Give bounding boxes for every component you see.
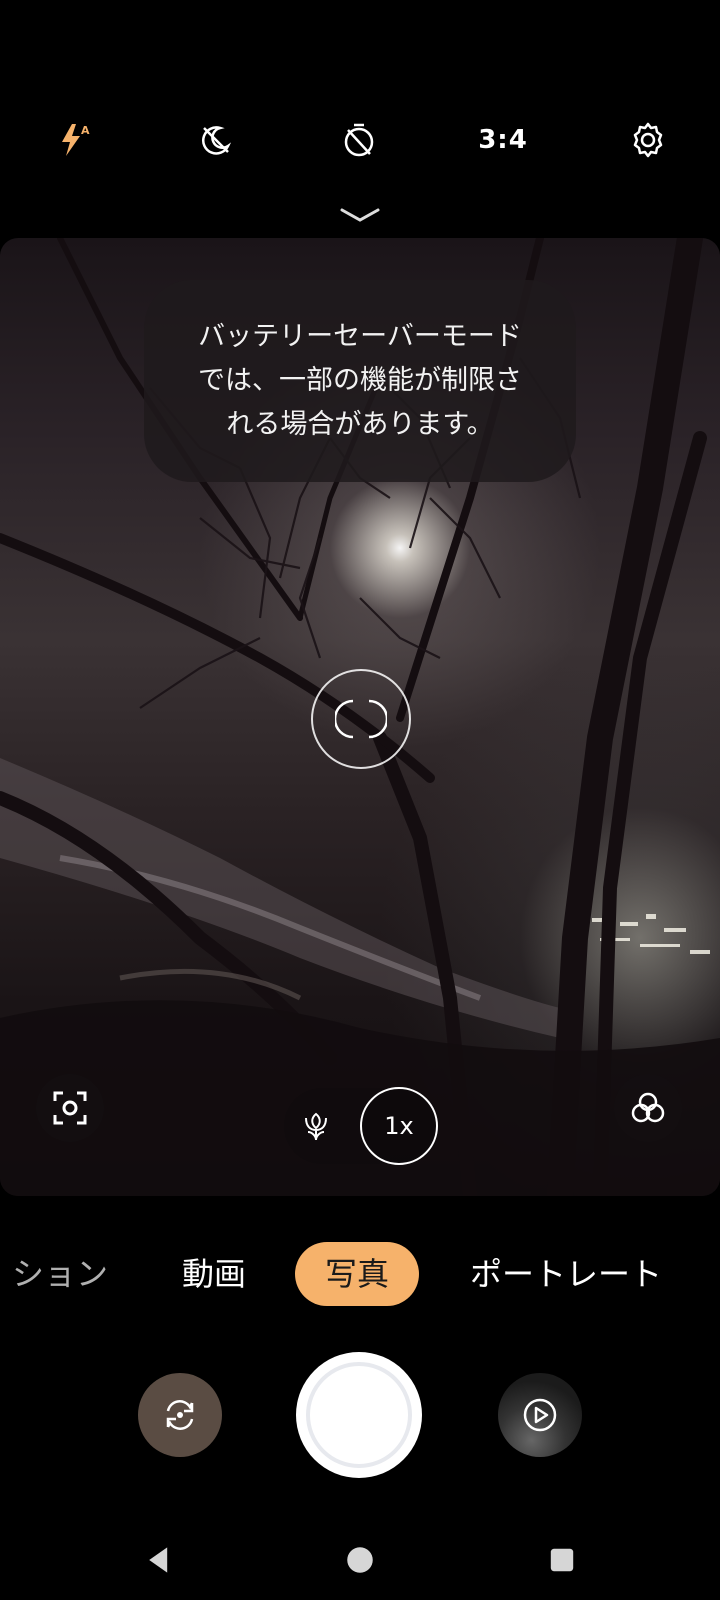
back-triangle-icon — [149, 1547, 168, 1573]
gallery-thumbnail-button[interactable] — [498, 1373, 582, 1457]
focus-indicator — [311, 669, 411, 769]
zoom-label: 1x — [384, 1112, 414, 1140]
battery-saver-toast: バッテリーセーバーモードでは、一部の機能が制限される場合があります。 — [144, 280, 576, 482]
home-button[interactable] — [332, 1532, 388, 1588]
mode-item-portrait[interactable]: ポートレート — [470, 1242, 662, 1306]
macro-flower-icon[interactable] — [298, 1108, 334, 1144]
play-circle-icon — [523, 1398, 557, 1432]
mode-item-motion[interactable]: ション — [12, 1242, 108, 1306]
recents-square-icon — [550, 1548, 574, 1572]
lens-button[interactable] — [36, 1074, 104, 1142]
svg-text:A: A — [81, 124, 90, 137]
system-navigation-bar — [0, 1520, 720, 1600]
timer-button[interactable] — [327, 108, 391, 172]
home-circle-icon — [347, 1547, 373, 1573]
settings-button[interactable] — [616, 108, 680, 172]
aspect-ratio-button[interactable]: 3:4 — [471, 108, 535, 172]
lens-scan-icon — [53, 1091, 87, 1125]
flash-auto-icon: A — [62, 124, 90, 156]
back-button[interactable] — [132, 1532, 188, 1588]
shutter-button[interactable] — [296, 1352, 422, 1478]
focus-brackets-icon — [335, 699, 387, 739]
aspect-ratio-label: 3:4 — [478, 125, 528, 155]
night-mode-button[interactable] — [184, 108, 248, 172]
chevron-down-icon[interactable] — [338, 206, 382, 226]
switch-camera-button[interactable] — [138, 1373, 222, 1457]
flash-auto-button[interactable]: A — [42, 108, 106, 172]
night-off-icon — [202, 126, 232, 155]
shutter-inner-ring — [306, 1362, 412, 1468]
mode-item-photo[interactable]: 写真 — [295, 1242, 420, 1306]
zoom-controls: 1x — [284, 1087, 440, 1165]
filters-button[interactable] — [614, 1074, 682, 1142]
mode-selector: ション 動画 写真 ポートレート — [0, 1242, 720, 1308]
timer-off-icon — [344, 123, 374, 157]
mode-item-video[interactable]: 動画 — [182, 1242, 246, 1306]
gear-icon — [633, 122, 663, 158]
zoom-1x-button[interactable]: 1x — [360, 1087, 438, 1165]
toast-message: バッテリーセーバーモードでは、一部の機能が制限される場合があります。 — [198, 321, 522, 440]
recents-button[interactable] — [534, 1532, 590, 1588]
top-bar: A 3:4 — [0, 0, 720, 240]
filters-circles-icon — [631, 1092, 665, 1123]
switch-camera-icon — [166, 1400, 194, 1430]
